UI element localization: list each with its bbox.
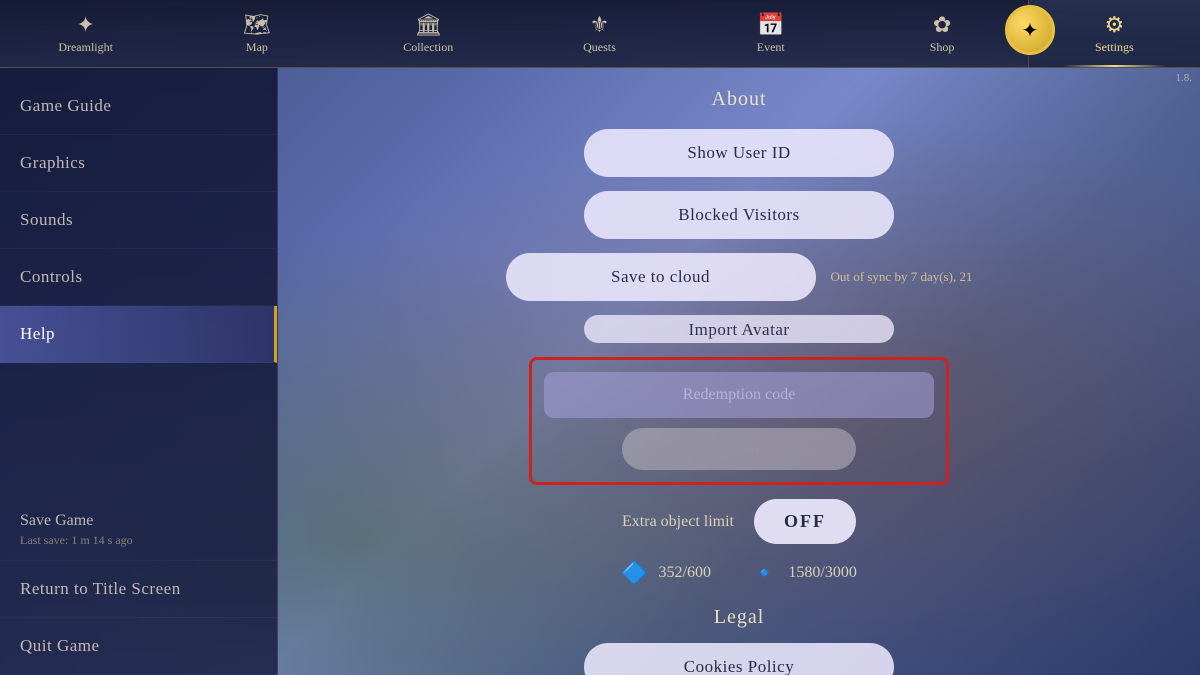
save-cloud-row: Save to cloud Out of sync by 7 day(s), 2… xyxy=(338,253,1140,301)
nav-shop[interactable]: ✿ Shop xyxy=(856,0,1027,67)
sidebar-item-sounds[interactable]: Sounds xyxy=(0,192,277,249)
version-text: 1.8. xyxy=(1176,72,1193,84)
legal-title: Legal xyxy=(338,606,1140,629)
counter1-item: 🔷 352/600 xyxy=(621,560,711,586)
dreamlight-icon: ✦ xyxy=(76,12,94,38)
counter2-item: 🔹 1580/3000 xyxy=(751,560,857,586)
main-content: About Show User ID Blocked Visitors Save… xyxy=(278,68,1200,675)
nav-dreamlight[interactable]: ✦ Dreamlight xyxy=(0,0,171,67)
nav-shop-label: Shop xyxy=(930,40,955,55)
quit-label: Quit Game xyxy=(20,636,100,655)
extra-object-off-button[interactable]: OFF xyxy=(754,499,856,544)
collection-icon: 🏛 xyxy=(414,12,442,38)
shop-icon: ✿ xyxy=(933,12,951,38)
nav-map-label: Map xyxy=(246,40,268,55)
nav-map[interactable]: 🗺 Map xyxy=(171,0,342,67)
extra-object-row: Extra object limit OFF xyxy=(338,499,1140,544)
nav-event-label: Event xyxy=(757,40,785,55)
redemption-code-input[interactable] xyxy=(544,372,934,418)
sidebar-game-guide-label: Game Guide xyxy=(20,96,111,115)
sidebar-return[interactable]: Return to Title Screen xyxy=(0,561,277,618)
nav-dreamlight-label: Dreamlight xyxy=(58,40,113,55)
counter1-icon: 🔷 xyxy=(621,560,648,586)
save-game-label: Save Game xyxy=(20,512,257,530)
coin-area: ✦ xyxy=(1005,5,1055,55)
blocked-visitors-button[interactable]: Blocked Visitors xyxy=(584,191,894,239)
return-label: Return to Title Screen xyxy=(20,579,181,598)
counter1-value: 352/600 xyxy=(659,564,711,582)
sidebar: Game Guide Graphics Sounds Controls Help… xyxy=(0,68,278,675)
map-icon: 🗺 xyxy=(243,12,271,38)
nav-collection-label: Collection xyxy=(403,40,453,55)
sidebar-sounds-label: Sounds xyxy=(20,210,73,229)
quests-icon: ⚜ xyxy=(590,12,610,38)
sidebar-item-game-guide[interactable]: Game Guide xyxy=(0,78,277,135)
coin-icon: ✦ xyxy=(1005,5,1055,55)
sidebar-graphics-label: Graphics xyxy=(20,153,85,172)
extra-object-label: Extra object limit xyxy=(622,513,734,531)
nav-quests[interactable]: ⚜ Quests xyxy=(514,0,685,67)
sidebar-help-label: Help xyxy=(20,324,55,343)
redemption-section: Claim xyxy=(529,357,949,485)
cookies-policy-button[interactable]: Cookies Policy xyxy=(584,643,894,675)
sidebar-controls-label: Controls xyxy=(20,267,83,286)
sidebar-item-graphics[interactable]: Graphics xyxy=(0,135,277,192)
sync-status-text: Out of sync by 7 day(s), 21 xyxy=(831,269,973,285)
settings-icon: ⚙ xyxy=(1104,12,1124,38)
about-title: About xyxy=(338,88,1140,111)
nav-collection[interactable]: 🏛 Collection xyxy=(343,0,514,67)
save-game-sub: Last save: 1 m 14 s ago xyxy=(20,533,257,548)
sidebar-quit[interactable]: Quit Game xyxy=(0,618,277,675)
save-to-cloud-button[interactable]: Save to cloud xyxy=(506,253,816,301)
import-avatar-button[interactable]: Import Avatar xyxy=(584,315,894,343)
counter2-value: 1580/3000 xyxy=(788,564,856,582)
nav-quests-label: Quests xyxy=(583,40,616,55)
event-icon: 📅 xyxy=(757,12,784,38)
sidebar-save-game[interactable]: Save Game Last save: 1 m 14 s ago xyxy=(0,500,277,561)
nav-settings-label: Settings xyxy=(1095,40,1134,55)
sidebar-item-help[interactable]: Help xyxy=(0,306,277,363)
show-user-id-button[interactable]: Show User ID xyxy=(584,129,894,177)
claim-button[interactable]: Claim xyxy=(622,428,856,470)
nav-event[interactable]: 📅 Event xyxy=(685,0,856,67)
sidebar-item-controls[interactable]: Controls xyxy=(0,249,277,306)
counter2-icon: 🔹 xyxy=(751,560,778,586)
counters-row: 🔷 352/600 🔹 1580/3000 xyxy=(338,560,1140,586)
